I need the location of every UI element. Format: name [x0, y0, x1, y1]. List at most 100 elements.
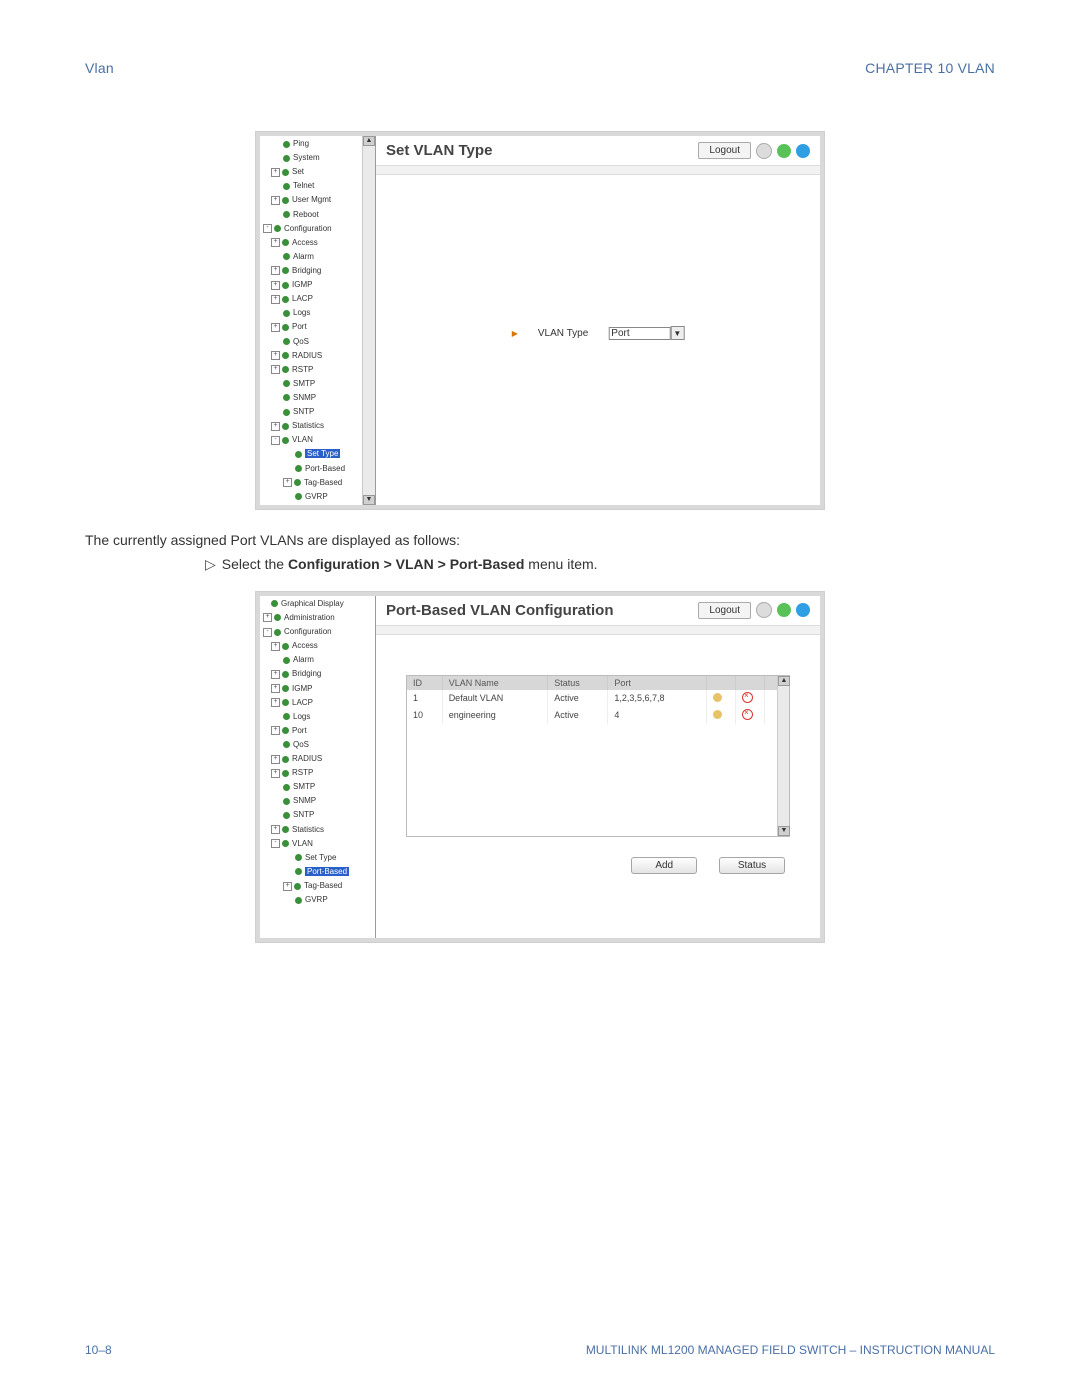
tree-item-set-type[interactable]: Set Type	[261, 447, 374, 461]
scroll-up-icon[interactable]: ▲	[363, 136, 375, 146]
expand-icon[interactable]: +	[271, 266, 280, 275]
help-icon[interactable]	[796, 603, 810, 617]
tree-item-port[interactable]: +Port	[261, 724, 374, 738]
expand-icon[interactable]: +	[271, 323, 280, 332]
expand-icon[interactable]: +	[271, 196, 280, 205]
tree-item-gvrp[interactable]: GVRP	[261, 490, 374, 504]
expand-icon[interactable]: +	[283, 478, 292, 487]
tree-item-snmp[interactable]: SNMP	[261, 794, 374, 808]
table-scrollbar[interactable]: ▲ ▼	[777, 676, 789, 836]
expand-icon[interactable]: +	[271, 422, 280, 431]
expand-icon[interactable]: +	[271, 365, 280, 374]
tree-item-bridging[interactable]: +Bridging	[261, 264, 374, 278]
tree-item-system[interactable]: System	[261, 151, 374, 165]
tree-item-access[interactable]: +Access	[261, 236, 374, 250]
tree-item-port[interactable]: +Port	[261, 320, 374, 334]
add-button[interactable]: Add	[631, 857, 697, 874]
expand-icon[interactable]: +	[283, 882, 292, 891]
tree-item-administration[interactable]: +Administration	[261, 611, 374, 625]
tree-item-vlan[interactable]: -VLAN	[261, 433, 374, 447]
vlan-type-select[interactable]: Port	[608, 327, 670, 340]
expand-icon[interactable]: +	[271, 825, 280, 834]
save-icon[interactable]	[756, 602, 772, 618]
save-icon[interactable]	[756, 143, 772, 159]
expand-icon[interactable]: +	[271, 726, 280, 735]
delete-icon[interactable]	[742, 692, 753, 703]
tree-item-smtp[interactable]: SMTP	[261, 780, 374, 794]
bullet-icon	[282, 267, 289, 274]
expand-icon[interactable]: +	[271, 642, 280, 651]
tree-item-lacp[interactable]: +LACP	[261, 292, 374, 306]
edit-icon[interactable]	[713, 710, 722, 719]
status-button[interactable]: Status	[719, 857, 785, 874]
tree-item-tag-based[interactable]: +Tag-Based	[261, 879, 374, 893]
expand-icon[interactable]: +	[271, 351, 280, 360]
table-row[interactable]: 10engineeringActive4	[407, 707, 789, 724]
scroll-down-icon[interactable]: ▼	[363, 495, 375, 505]
tree-item-alarm[interactable]: Alarm	[261, 653, 374, 667]
tree-item-gvrp[interactable]: GVRP	[261, 893, 374, 907]
tree-item-set[interactable]: +Set	[261, 165, 374, 179]
tree-item-radius[interactable]: +RADIUS	[261, 752, 374, 766]
tree-item-snmp[interactable]: SNMP	[261, 391, 374, 405]
tree-item-igmp[interactable]: +IGMP	[261, 682, 374, 696]
tree-scrollbar[interactable]: ▲ ▼	[362, 136, 375, 505]
tree-item-rstp[interactable]: +RSTP	[261, 363, 374, 377]
expand-icon[interactable]: +	[271, 670, 280, 679]
logout-button[interactable]: Logout	[698, 142, 751, 159]
refresh-icon[interactable]	[777, 603, 791, 617]
tree-item-configuration[interactable]: -Configuration	[261, 625, 374, 639]
edit-icon[interactable]	[713, 693, 722, 702]
tree-item-ping[interactable]: Ping	[261, 137, 374, 151]
tree-item-smtp[interactable]: SMTP	[261, 377, 374, 391]
tree-item-qos[interactable]: QoS	[261, 738, 374, 752]
tree-item-logs[interactable]: Logs	[261, 710, 374, 724]
expand-icon[interactable]: +	[271, 281, 280, 290]
dropdown-icon[interactable]: ▼	[670, 326, 684, 340]
tree-item-port-based[interactable]: Port-Based	[261, 462, 374, 476]
tree-item-statistics[interactable]: +Statistics	[261, 419, 374, 433]
tree-item-sntp[interactable]: SNTP	[261, 405, 374, 419]
expand-icon[interactable]: -	[263, 224, 272, 233]
refresh-icon[interactable]	[777, 144, 791, 158]
expand-icon[interactable]: +	[271, 295, 280, 304]
tree-item-radius[interactable]: +RADIUS	[261, 349, 374, 363]
tree-item-qos[interactable]: QoS	[261, 335, 374, 349]
tree-item-graphical-display[interactable]: Graphical Display	[261, 597, 374, 611]
expand-icon[interactable]: -	[271, 436, 280, 445]
tree-item-rstp[interactable]: +RSTP	[261, 766, 374, 780]
bullet-icon	[282, 366, 289, 373]
tree-item-set-type[interactable]: Set Type	[261, 851, 374, 865]
tree-item-igmp[interactable]: +IGMP	[261, 278, 374, 292]
help-icon[interactable]	[796, 144, 810, 158]
bullet-icon	[283, 211, 290, 218]
expand-icon[interactable]: -	[271, 839, 280, 848]
tree-item-configuration[interactable]: -Configuration	[261, 222, 374, 236]
tree-item-telnet[interactable]: Telnet	[261, 179, 374, 193]
delete-icon[interactable]	[742, 709, 753, 720]
expand-icon[interactable]: +	[271, 755, 280, 764]
expand-icon[interactable]: +	[271, 684, 280, 693]
expand-icon[interactable]: +	[271, 698, 280, 707]
expand-icon[interactable]: -	[263, 628, 272, 637]
tree-item-user-mgmt[interactable]: +User Mgmt	[261, 193, 374, 207]
tree-item-sntp[interactable]: SNTP	[261, 808, 374, 822]
logout-button[interactable]: Logout	[698, 602, 751, 619]
tree-item-vlan[interactable]: -VLAN	[261, 837, 374, 851]
scroll-up-icon[interactable]: ▲	[778, 676, 790, 686]
expand-icon[interactable]: +	[271, 238, 280, 247]
tree-item-statistics[interactable]: +Statistics	[261, 823, 374, 837]
tree-item-tag-based[interactable]: +Tag-Based	[261, 476, 374, 490]
table-row[interactable]: 1Default VLANActive1,2,3,5,6,7,8	[407, 690, 789, 707]
tree-item-reboot[interactable]: Reboot	[261, 208, 374, 222]
expand-icon[interactable]: +	[271, 168, 280, 177]
tree-item-port-based[interactable]: Port-Based	[261, 865, 374, 879]
tree-item-alarm[interactable]: Alarm	[261, 250, 374, 264]
expand-icon[interactable]: +	[263, 613, 272, 622]
expand-icon[interactable]: +	[271, 769, 280, 778]
tree-item-bridging[interactable]: +Bridging	[261, 667, 374, 681]
tree-item-access[interactable]: +Access	[261, 639, 374, 653]
tree-item-lacp[interactable]: +LACP	[261, 696, 374, 710]
tree-item-logs[interactable]: Logs	[261, 306, 374, 320]
scroll-down-icon[interactable]: ▼	[778, 826, 790, 836]
